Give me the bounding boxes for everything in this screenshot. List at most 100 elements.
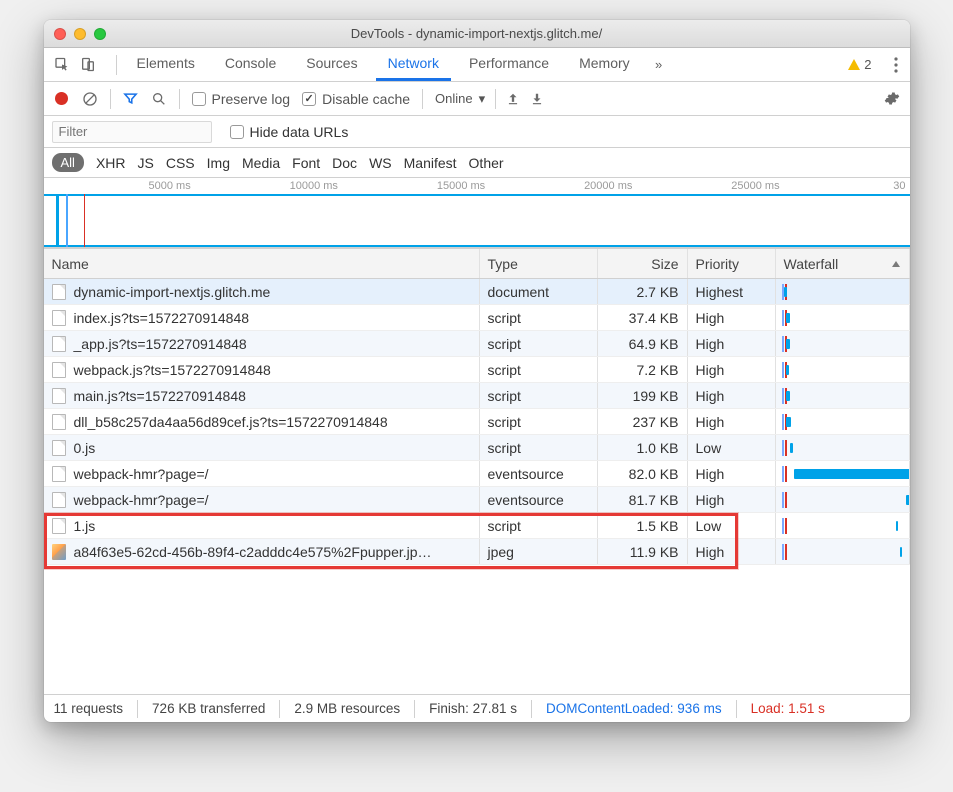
timeline-tick: 20000 ms [485,180,632,194]
table-row[interactable]: 1.js script 1.5 KB Low [44,513,910,539]
request-type: document [480,279,598,304]
request-name: webpack.js?ts=1572270914848 [74,362,271,378]
throttling-value: Online [435,91,473,106]
table-body: dynamic-import-nextjs.glitch.me document… [44,279,910,694]
tab-memory[interactable]: Memory [567,48,642,81]
warnings-count: 2 [864,57,871,72]
table-row[interactable]: dll_b58c257da4aa56d89cef.js?ts=157227091… [44,409,910,435]
table-row[interactable]: main.js?ts=1572270914848 script 199 KB H… [44,383,910,409]
table-row[interactable]: webpack.js?ts=1572270914848 script 7.2 K… [44,357,910,383]
col-name[interactable]: Name [44,249,480,278]
request-priority: Low [688,435,776,460]
request-waterfall [776,305,910,330]
status-bar: 11 requests 726 KB transferred 2.9 MB re… [44,694,910,722]
table-row[interactable]: dynamic-import-nextjs.glitch.me document… [44,279,910,305]
type-filter-css[interactable]: CSS [166,155,195,171]
request-priority: High [688,383,776,408]
timeline-tick: 25000 ms [632,180,779,194]
type-filter-img[interactable]: Img [207,155,230,171]
document-file-icon [52,466,66,482]
hide-data-urls-checkbox[interactable]: Hide data URLs [230,124,349,140]
type-filter-font[interactable]: Font [292,155,320,171]
warning-icon [848,59,860,70]
request-size: 37.4 KB [598,305,688,330]
document-file-icon [52,310,66,326]
clear-button[interactable] [82,91,98,107]
document-file-icon [52,336,66,352]
request-priority: High [688,331,776,356]
type-filter-manifest[interactable]: Manifest [404,155,457,171]
request-name: dynamic-import-nextjs.glitch.me [74,284,271,300]
timeline-tick: 30 [780,180,910,194]
preserve-log-checkbox[interactable]: Preserve log [192,91,291,107]
table-row[interactable]: index.js?ts=1572270914848 script 37.4 KB… [44,305,910,331]
request-type: script [480,513,598,538]
upload-icon[interactable] [506,92,520,106]
request-waterfall [776,357,910,382]
request-type: script [480,409,598,434]
col-waterfall[interactable]: Waterfall [776,249,910,278]
request-priority: Highest [688,279,776,304]
devtools-window: DevTools - dynamic-import-nextjs.glitch.… [44,20,910,722]
request-size: 7.2 KB [598,357,688,382]
panel-tabstrip: Elements Console Sources Network Perform… [44,48,910,82]
timeline-tick: 15000 ms [338,180,485,194]
table-row[interactable]: a84f63e5-62cd-456b-89f4-c2adddc4e575%2Fp… [44,539,910,565]
request-waterfall [776,513,910,538]
request-size: 81.7 KB [598,487,688,512]
col-priority[interactable]: Priority [688,249,776,278]
col-type[interactable]: Type [480,249,598,278]
timeline-overview[interactable]: 5000 ms 10000 ms 15000 ms 20000 ms 25000… [44,178,910,248]
request-size: 1.5 KB [598,513,688,538]
filter-input[interactable] [52,121,212,143]
request-name: main.js?ts=1572270914848 [74,388,246,404]
status-finish: Finish: 27.81 s [429,701,517,716]
type-filter-ws[interactable]: WS [369,155,392,171]
window-titlebar: DevTools - dynamic-import-nextjs.glitch.… [44,20,910,48]
type-filter-row: All XHR JS CSS Img Media Font Doc WS Man… [44,148,910,178]
network-settings-icon[interactable] [884,91,900,107]
timeline-tick: 10000 ms [191,180,338,194]
request-size: 64.9 KB [598,331,688,356]
tab-sources[interactable]: Sources [294,48,369,81]
tab-console[interactable]: Console [213,48,288,81]
table-row[interactable]: 0.js script 1.0 KB Low [44,435,910,461]
type-filter-other[interactable]: Other [469,155,504,171]
device-toggle-icon[interactable] [80,57,96,73]
throttling-select[interactable]: Online ▾ [435,89,544,109]
col-size[interactable]: Size [598,249,688,278]
type-filter-all[interactable]: All [52,153,84,172]
tab-elements[interactable]: Elements [125,48,207,81]
table-row[interactable]: webpack-hmr?page=/ eventsource 81.7 KB H… [44,487,910,513]
filter-icon[interactable] [123,91,139,107]
download-icon[interactable] [530,92,544,106]
status-transferred: 726 KB transferred [152,701,265,716]
timeline-tick: 5000 ms [44,180,191,194]
search-icon[interactable] [151,91,167,107]
table-row[interactable]: _app.js?ts=1572270914848 script 64.9 KB … [44,331,910,357]
request-name: _app.js?ts=1572270914848 [74,336,247,352]
window-close-button[interactable] [54,28,66,40]
disable-cache-checkbox[interactable]: Disable cache [302,91,410,107]
table-row[interactable]: webpack-hmr?page=/ eventsource 82.0 KB H… [44,461,910,487]
record-button[interactable] [54,91,70,107]
warnings-badge[interactable]: 2 [848,57,871,72]
type-filter-media[interactable]: Media [242,155,280,171]
request-priority: High [688,409,776,434]
tab-performance[interactable]: Performance [457,48,561,81]
inspect-element-icon[interactable] [54,57,70,73]
request-waterfall [776,487,910,512]
table-header: Name Type Size Priority Waterfall [44,249,910,279]
window-maximize-button[interactable] [94,28,106,40]
kebab-menu-icon[interactable] [894,57,898,73]
request-type: script [480,435,598,460]
request-type: eventsource [480,461,598,486]
tab-network[interactable]: Network [376,48,451,81]
window-minimize-button[interactable] [74,28,86,40]
type-filter-xhr[interactable]: XHR [96,155,126,171]
more-tabs-button[interactable]: » [648,57,670,72]
image-file-icon [52,544,66,560]
type-filter-js[interactable]: JS [138,155,154,171]
type-filter-doc[interactable]: Doc [332,155,357,171]
status-resources: 2.9 MB resources [294,701,400,716]
